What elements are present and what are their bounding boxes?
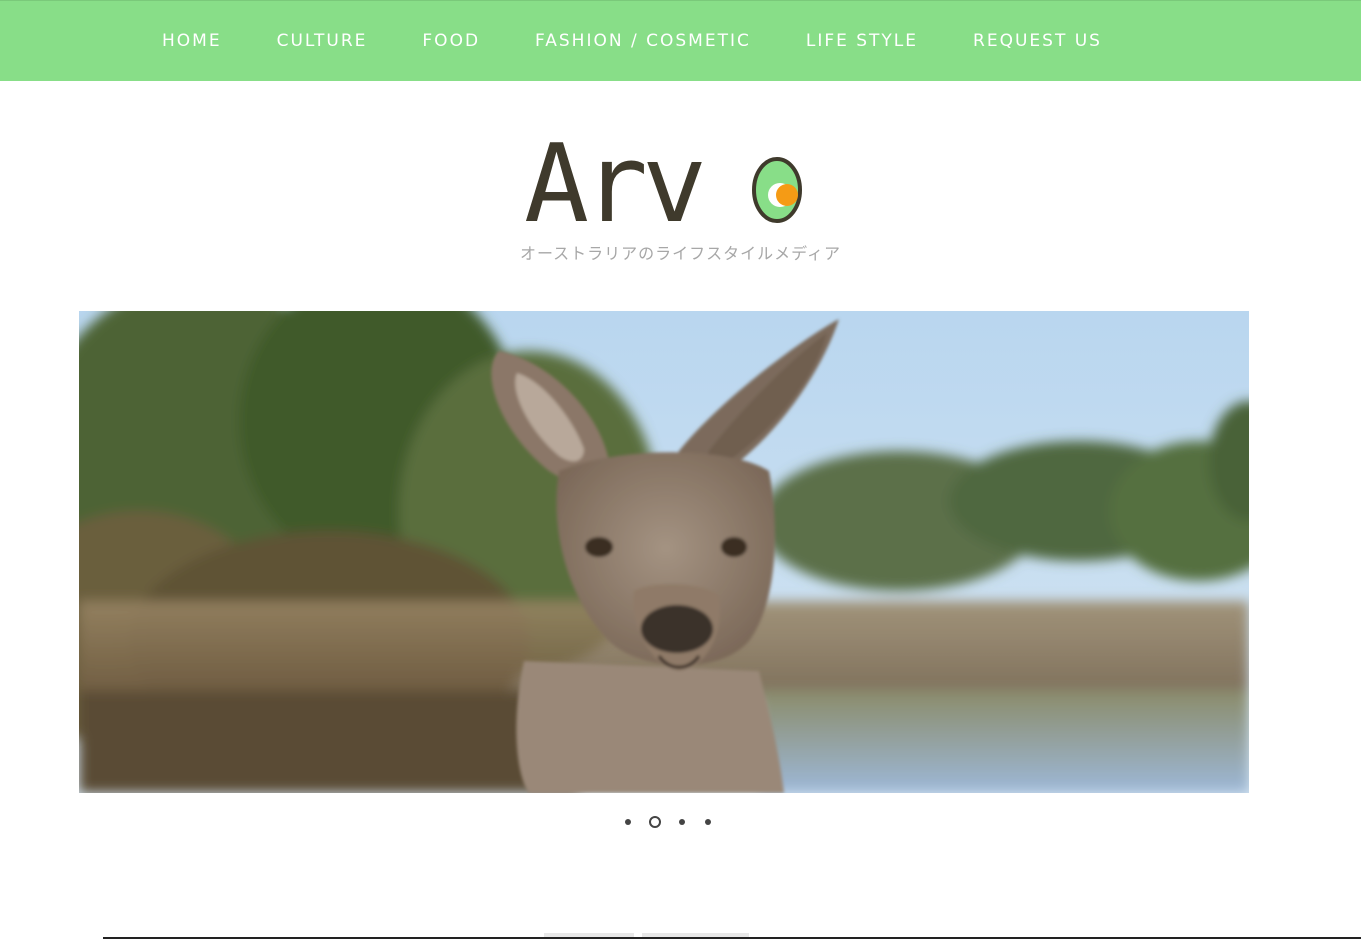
nav-item-culture[interactable]: CULTURE (277, 31, 368, 51)
site-logo[interactable]: Arv (0, 130, 1361, 250)
carousel-dot-3[interactable] (679, 819, 685, 825)
carousel-dot-4[interactable] (705, 819, 711, 825)
kangaroo-photo (79, 311, 1249, 793)
nav-menu: HOME CULTURE FOOD FASHION / COSMETIC LIF… (162, 31, 1157, 51)
carousel-pagination (615, 816, 721, 828)
hero-carousel-slide[interactable] (79, 311, 1249, 793)
carousel-dot-2-active[interactable] (649, 816, 661, 828)
logo-text: Arv (524, 122, 707, 247)
nav-item-food[interactable]: FOOD (422, 31, 480, 51)
nav-item-request-us[interactable]: REQUEST US (973, 31, 1102, 51)
nav-item-home[interactable]: HOME (162, 31, 222, 51)
avocado-o-icon (752, 157, 802, 223)
top-navigation-bar: HOME CULTURE FOOD FASHION / COSMETIC LIF… (0, 0, 1361, 81)
carousel-dot-1[interactable] (625, 819, 631, 825)
site-tagline: オーストラリアのライフスタイルメディア (519, 244, 842, 263)
nav-item-life-style[interactable]: LIFE STYLE (806, 31, 918, 51)
nav-item-fashion-cosmetic[interactable]: FASHION / COSMETIC (535, 31, 751, 51)
